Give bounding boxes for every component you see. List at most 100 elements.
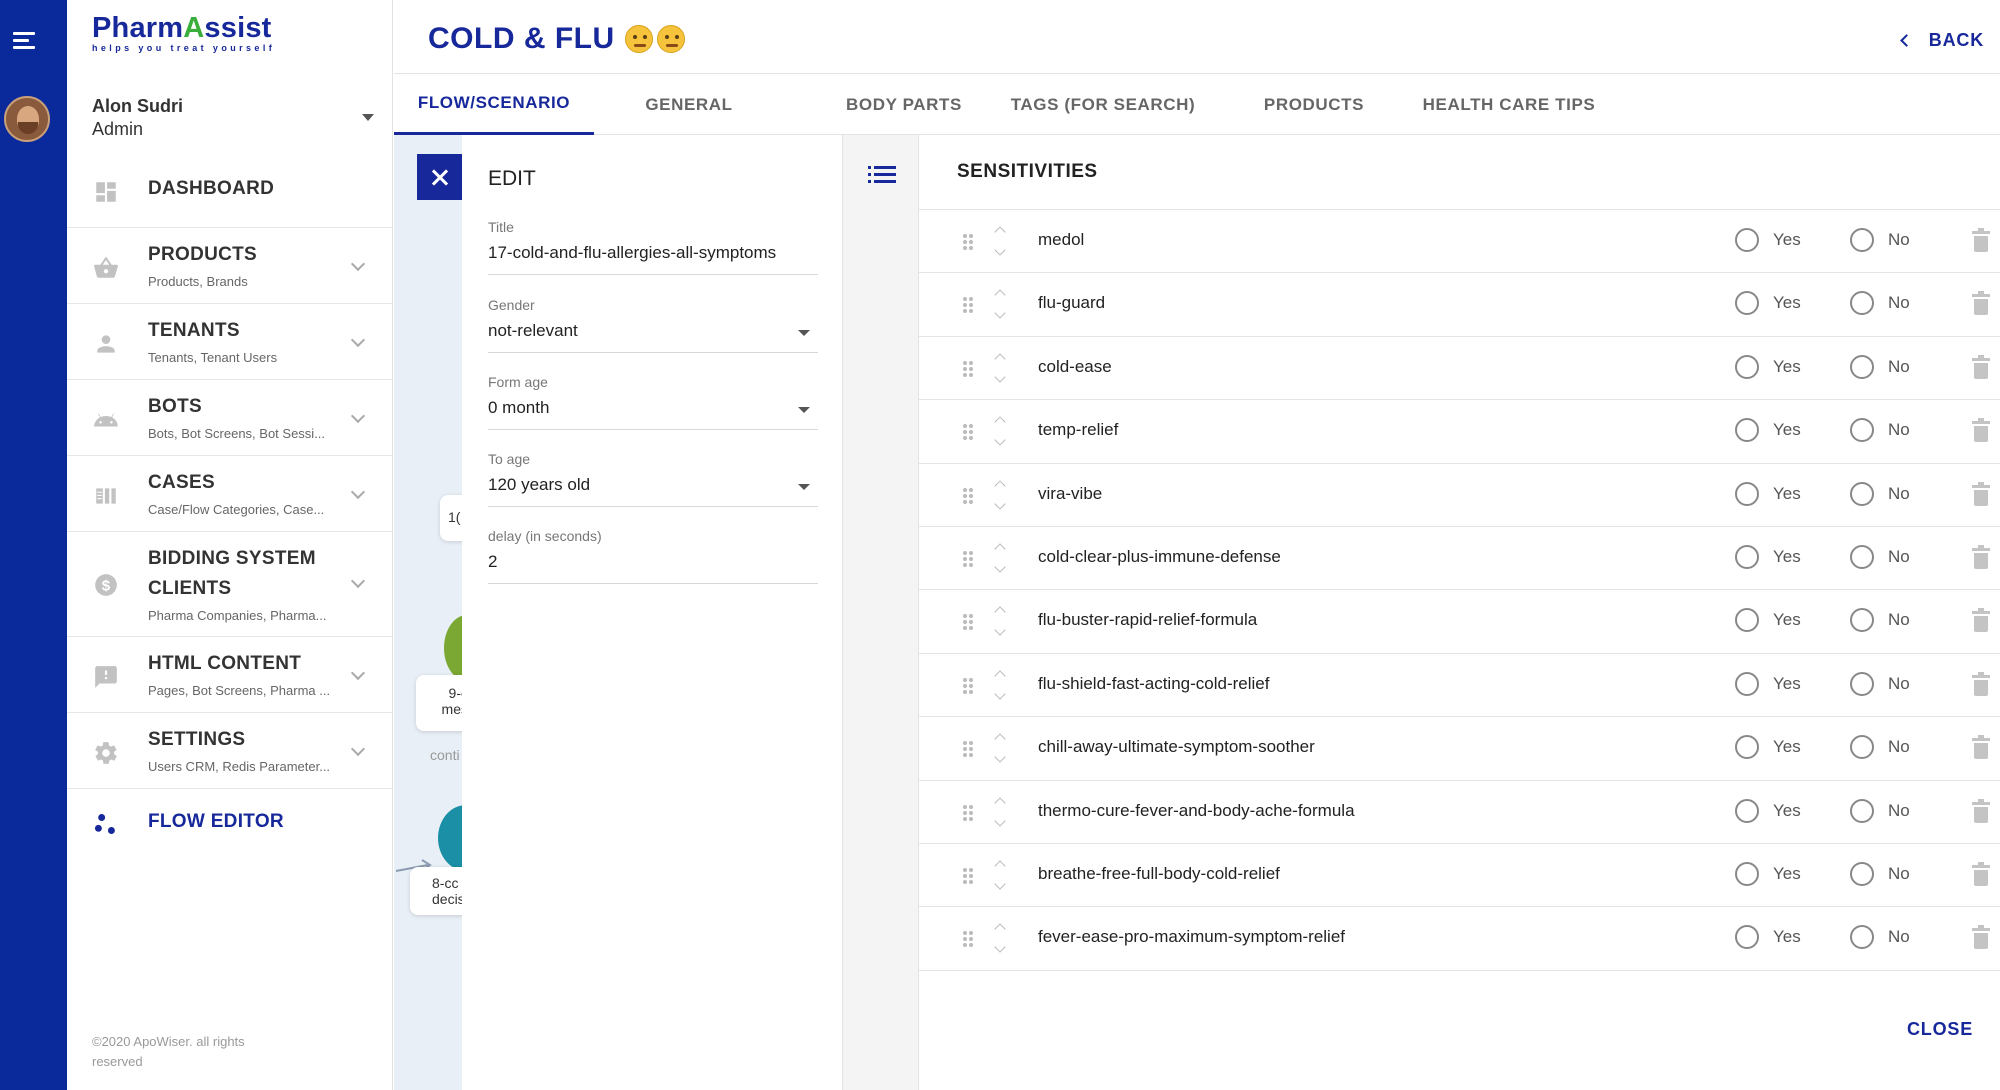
no-radio[interactable]: No (1850, 291, 1910, 316)
tab-tags[interactable]: TAGS (FOR SEARCH) (1003, 74, 1203, 135)
radio-circle-icon[interactable] (1850, 481, 1874, 506)
radio-circle-icon[interactable] (1735, 671, 1759, 696)
radio-circle-icon[interactable] (1735, 861, 1759, 886)
close-icon[interactable] (417, 154, 462, 200)
chevron-up-icon[interactable] (994, 353, 1006, 365)
chevron-down-icon[interactable] (994, 497, 1006, 510)
chevron-down-icon[interactable] (994, 878, 1006, 890)
yes-radio[interactable]: Yes (1735, 228, 1801, 252)
trash-icon[interactable] (1972, 671, 1990, 696)
tab-body-parts[interactable]: BODY PARTS (829, 74, 979, 135)
no-radio[interactable]: No (1850, 608, 1910, 633)
radio-circle-icon[interactable] (1735, 925, 1759, 950)
radio-circle-icon[interactable] (1735, 418, 1759, 443)
trash-icon[interactable] (1972, 735, 1990, 760)
chevron-up-icon[interactable] (994, 289, 1006, 302)
tab-flow-scenario[interactable]: FLOW/SCENARIO (394, 74, 594, 135)
trash-icon[interactable] (1972, 228, 1990, 252)
radio-circle-icon[interactable] (1850, 861, 1874, 886)
chevron-up-icon[interactable] (994, 733, 1006, 745)
drag-handle-icon[interactable] (963, 234, 975, 250)
radio-circle-icon[interactable] (1735, 228, 1759, 252)
chevron-down-icon[interactable] (994, 941, 1006, 953)
trash-icon[interactable] (1972, 544, 1990, 569)
radio-circle-icon[interactable] (1850, 735, 1874, 760)
drag-handle-icon[interactable] (963, 550, 975, 567)
radio-circle-icon[interactable] (1735, 798, 1759, 823)
flow-node[interactable]: 8-cc decisi (410, 867, 462, 915)
chevron-down-icon[interactable] (994, 814, 1006, 827)
sidebar-item-dashboard[interactable]: DASHBOARD (67, 160, 393, 228)
sidebar-item-products[interactable]: PRODUCTS Products, Brands (67, 228, 393, 304)
drag-handle-icon[interactable] (963, 424, 975, 441)
trash-icon[interactable] (1972, 608, 1990, 633)
chevron-down-icon[interactable] (994, 688, 1006, 700)
chevron-up-icon[interactable] (994, 416, 1006, 428)
radio-circle-icon[interactable] (1735, 735, 1759, 760)
form-age-select[interactable]: Form age 0 month (488, 374, 818, 430)
no-radio[interactable]: No (1850, 798, 1910, 823)
drag-handle-icon[interactable] (963, 487, 975, 504)
dropdown-arrow-icon[interactable] (798, 407, 810, 413)
list-icon[interactable] (868, 165, 896, 185)
chevron-up-icon[interactable] (994, 860, 1006, 872)
close-button[interactable]: CLOSE (1907, 1019, 1973, 1040)
yes-radio[interactable]: Yes (1735, 671, 1801, 696)
trash-icon[interactable] (1972, 354, 1990, 379)
chevron-up-icon[interactable] (994, 670, 1006, 682)
chevron-down-icon[interactable] (994, 751, 1006, 763)
chevron-down-icon[interactable] (994, 561, 1006, 573)
sidebar-item-tenants[interactable]: TENANTS Tenants, Tenant Users (67, 304, 393, 380)
dropdown-arrow-icon[interactable] (798, 330, 810, 336)
user-menu[interactable]: Alon Sudri Admin (92, 96, 382, 140)
chevron-down-icon[interactable] (994, 434, 1006, 446)
radio-circle-icon[interactable] (1850, 671, 1874, 696)
drag-handle-icon[interactable] (963, 741, 975, 758)
trash-icon[interactable] (1972, 861, 1990, 886)
drag-handle-icon[interactable] (963, 931, 975, 948)
back-button[interactable]: BACK (1899, 30, 1984, 51)
no-radio[interactable]: No (1850, 418, 1910, 443)
yes-radio[interactable]: Yes (1735, 544, 1801, 569)
trash-icon[interactable] (1972, 291, 1990, 316)
no-radio[interactable]: No (1850, 671, 1910, 696)
drag-handle-icon[interactable] (963, 360, 975, 377)
tab-general[interactable]: GENERAL (619, 74, 759, 135)
chevron-up-icon[interactable] (994, 923, 1006, 935)
yes-radio[interactable]: Yes (1735, 735, 1801, 760)
yes-radio[interactable]: Yes (1735, 481, 1801, 506)
radio-circle-icon[interactable] (1735, 608, 1759, 633)
tab-products[interactable]: PRODUCTS (1244, 74, 1384, 135)
no-radio[interactable]: No (1850, 354, 1910, 379)
trash-icon[interactable] (1972, 418, 1990, 443)
no-radio[interactable]: No (1850, 925, 1910, 950)
radio-circle-icon[interactable] (1735, 354, 1759, 379)
radio-circle-icon[interactable] (1735, 544, 1759, 569)
yes-radio[interactable]: Yes (1735, 354, 1801, 379)
sidebar-item-html-content[interactable]: HTML CONTENT Pages, Bot Screens, Pharma … (67, 637, 393, 713)
drag-handle-icon[interactable] (963, 867, 975, 884)
dropdown-arrow-icon[interactable] (798, 484, 810, 490)
trash-icon[interactable] (1972, 925, 1990, 950)
caret-down-icon[interactable] (362, 114, 374, 121)
radio-circle-icon[interactable] (1735, 291, 1759, 316)
flow-node[interactable]: 9-c mes (416, 675, 462, 731)
chevron-up-icon[interactable] (994, 606, 1006, 619)
no-radio[interactable]: No (1850, 544, 1910, 569)
radio-circle-icon[interactable] (1850, 291, 1874, 316)
chevron-up-icon[interactable] (994, 226, 1006, 238)
radio-circle-icon[interactable] (1850, 798, 1874, 823)
sidebar-item-flow-editor[interactable]: FLOW EDITOR (67, 789, 393, 857)
sidebar-item-cases[interactable]: CASES Case/Flow Categories, Case... (67, 456, 393, 532)
radio-circle-icon[interactable] (1850, 544, 1874, 569)
delay-field[interactable]: delay (in seconds) 2 (488, 528, 818, 584)
yes-radio[interactable]: Yes (1735, 798, 1801, 823)
radio-circle-icon[interactable] (1735, 481, 1759, 506)
drag-handle-icon[interactable] (963, 614, 975, 631)
yes-radio[interactable]: Yes (1735, 608, 1801, 633)
yes-radio[interactable]: Yes (1735, 861, 1801, 886)
no-radio[interactable]: No (1850, 861, 1910, 886)
title-field[interactable]: Title 17-cold-and-flu-allergies-all-symp… (488, 219, 818, 275)
yes-radio[interactable]: Yes (1735, 291, 1801, 316)
gender-select[interactable]: Gender not-relevant (488, 297, 818, 353)
